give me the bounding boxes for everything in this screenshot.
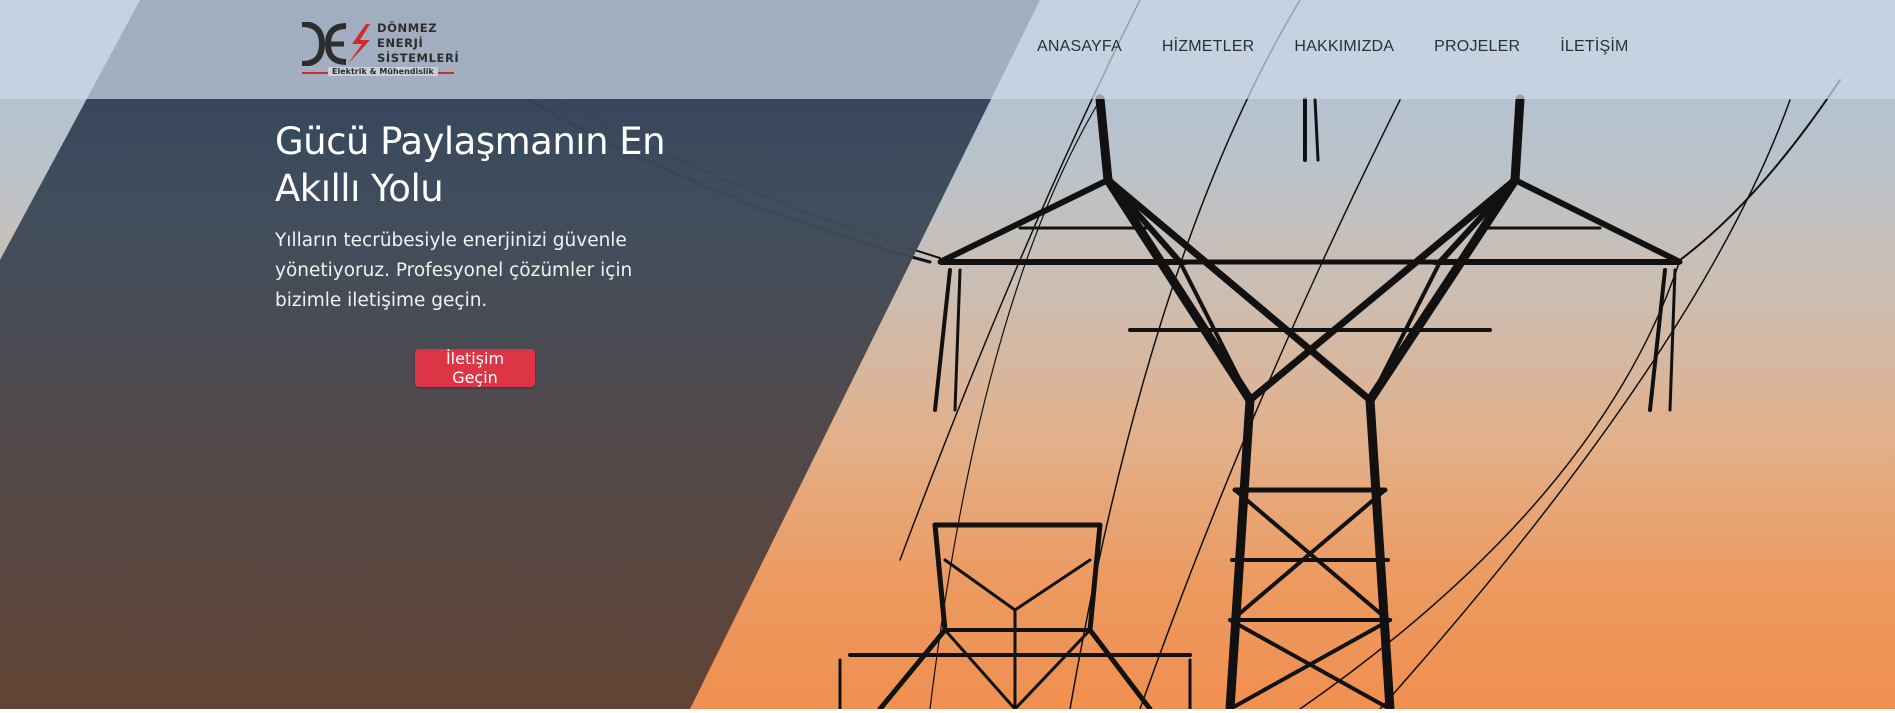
hero-content: Gücü Paylaşmanın En Akıllı Yolu Yılların…: [275, 118, 695, 316]
contact-cta-button[interactable]: İletişim Geçin: [415, 349, 535, 387]
hero-subtitle: Yılların tecrübesiyle enerjinizi güvenle…: [275, 230, 633, 311]
section-divider: [0, 709, 1895, 713]
nav-item-iletisim[interactable]: İLETİŞİM: [1560, 38, 1628, 56]
des-logo-icon: [301, 22, 370, 66]
nav-item-projeler[interactable]: PROJELER: [1434, 38, 1520, 56]
nav-item-hizmetler[interactable]: HİZMETLER: [1162, 38, 1254, 56]
nav-item-hakkimizda[interactable]: HAKKIMIZDA: [1294, 38, 1394, 56]
brand-name-line: SİSTEMLERİ: [377, 51, 460, 65]
nav-item-anasayfa[interactable]: ANASAYFA: [1037, 38, 1122, 56]
main-nav: ANASAYFA HİZMETLER HAKKIMIZDA PROJELER İ…: [1037, 38, 1669, 56]
site-header: DÖNMEZ ENERJİ SİSTEMLERİ Elektrik & Mühe…: [0, 0, 1895, 99]
hero-title: Gücü Paylaşmanın En Akıllı Yolu: [275, 120, 666, 210]
brand-logo[interactable]: DÖNMEZ ENERJİ SİSTEMLERİ Elektrik & Mühe…: [300, 18, 460, 80]
brand-name: DÖNMEZ ENERJİ SİSTEMLERİ: [377, 21, 459, 66]
hero-section: [0, 0, 1895, 709]
brand-name-line: ENERJİ: [377, 36, 424, 50]
brand-name-line: DÖNMEZ: [377, 21, 438, 35]
brand-tagline: Elektrik & Mühendislik: [328, 67, 438, 76]
